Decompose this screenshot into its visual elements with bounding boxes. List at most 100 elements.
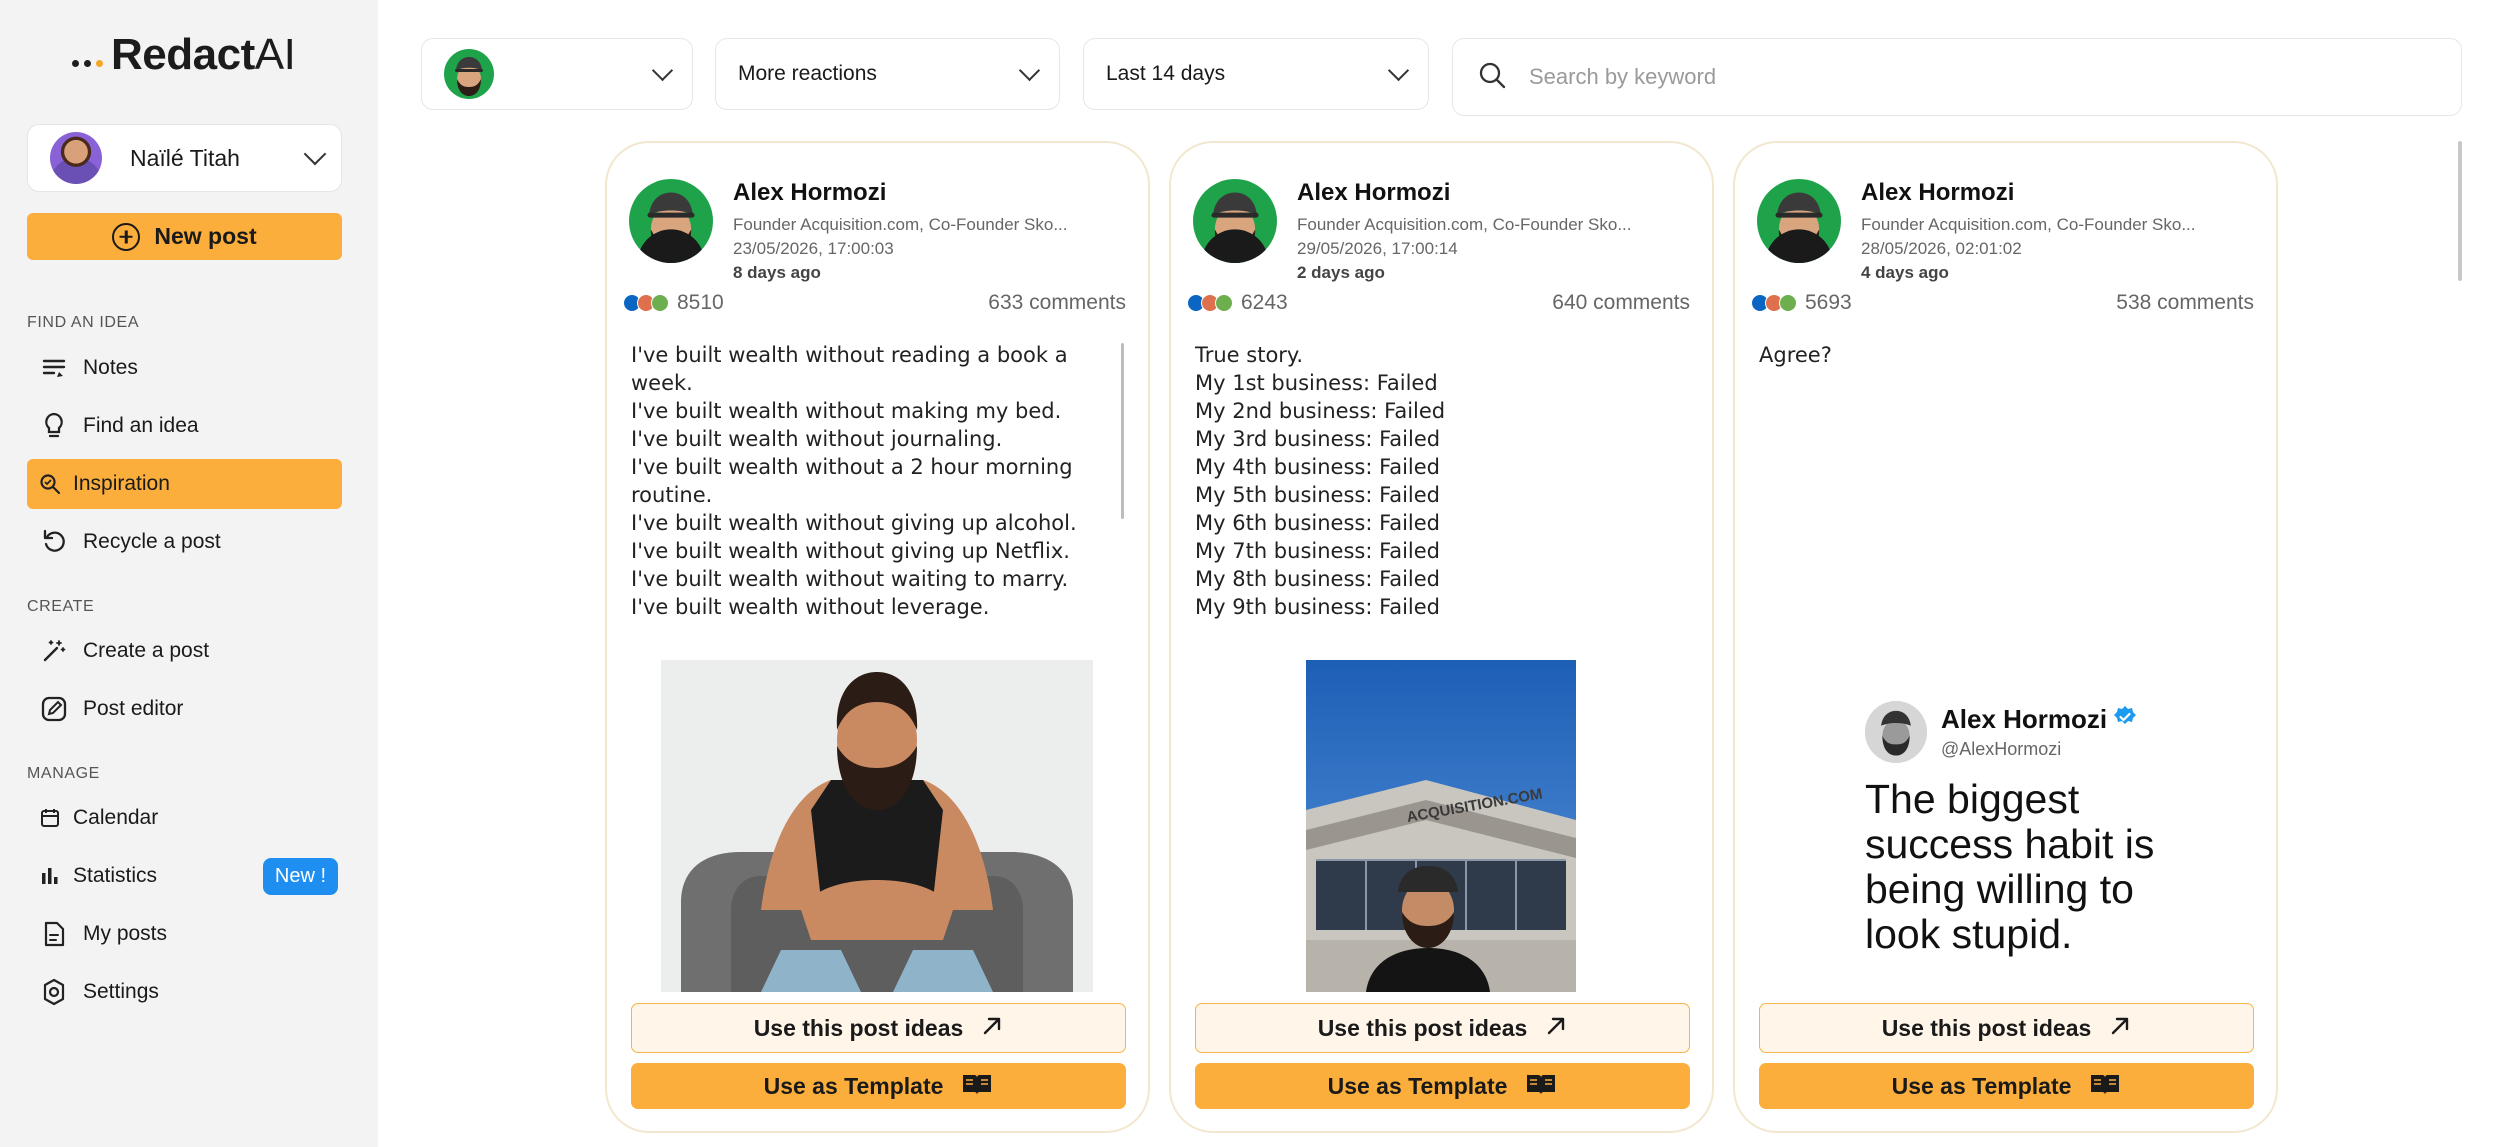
sidebar-item-label: Recycle a post [83, 530, 221, 553]
author-avatar[interactable] [629, 179, 713, 263]
section-title-find: FIND AN IDEA [27, 314, 140, 331]
post-age: 8 days ago [733, 263, 821, 282]
bar-chart-icon [39, 861, 61, 891]
profile-filter-select[interactable] [421, 38, 693, 110]
gear-icon [39, 977, 69, 1007]
logo-dots-icon [72, 35, 103, 75]
tweet-author-name: Alex Hormozi [1941, 704, 2108, 734]
post-stats: 6243 640 comments [1187, 291, 1690, 315]
author-name[interactable]: Alex Hormozi [1297, 179, 1632, 207]
text-scrollbar[interactable] [1121, 343, 1124, 519]
use-as-template-button[interactable]: Use as Template [1195, 1063, 1690, 1109]
reactions-filter-label: More reactions [738, 62, 877, 85]
sidebar-item-label: Calendar [73, 806, 159, 829]
book-icon [2089, 1072, 2121, 1101]
sidebar-item-settings[interactable]: Settings [27, 967, 342, 1017]
search-input[interactable]: Search by keyword [1452, 38, 2462, 116]
sidebar-item-notes[interactable]: Notes [27, 343, 342, 393]
tweet-handle: @AlexHormozi [1941, 739, 2062, 759]
post-text: I've built wealth without reading a book… [631, 343, 1099, 653]
use-post-ideas-button[interactable]: Use this post ideas [1759, 1003, 2254, 1053]
post-text: True story. My 1st business: Failed My 2… [1195, 343, 1628, 653]
search-icon [1477, 60, 1507, 95]
inspiration-icon [39, 469, 61, 499]
post-stats: 5693 538 comments [1751, 291, 2254, 315]
reactions-filter-select[interactable]: More reactions [715, 38, 1060, 110]
tweet-avatar [1865, 701, 1927, 763]
sidebar-item-label: Settings [83, 980, 159, 1003]
sidebar-item-label: My posts [83, 922, 168, 945]
sidebar-item-create-post[interactable]: Create a post [27, 626, 342, 676]
post-header: Alex Hormozi Founder Acquisition.com, Co… [1193, 177, 1632, 283]
post-card: Alex Hormozi Founder Acquisition.com, Co… [1169, 141, 1714, 1133]
book-icon [961, 1072, 993, 1101]
chevron-down-icon [303, 142, 327, 166]
sidebar-item-label: Create a post [83, 639, 210, 662]
use-as-template-button[interactable]: Use as Template [1759, 1063, 2254, 1109]
use-as-template-button[interactable]: Use as Template [631, 1063, 1126, 1109]
sidebar-item-statistics[interactable]: Statistics New ! [27, 851, 342, 901]
use-as-template-label: Use as Template [763, 1072, 944, 1099]
use-post-ideas-label: Use this post ideas [1881, 1014, 2092, 1041]
new-post-button[interactable]: New post [27, 213, 342, 260]
author-name[interactable]: Alex Hormozi [733, 179, 1068, 207]
use-post-ideas-button[interactable]: Use this post ideas [631, 1003, 1126, 1053]
sidebar-item-post-editor[interactable]: Post editor [27, 684, 342, 734]
post-header: Alex Hormozi Founder Acquisition.com, Co… [1757, 177, 2196, 283]
arrow-up-right-icon [1545, 1015, 1567, 1042]
sidebar-item-label: Inspiration [73, 472, 170, 495]
profile-avatar [444, 49, 494, 99]
reaction-count: 6243 [1241, 291, 1288, 314]
use-as-template-label: Use as Template [1327, 1072, 1508, 1099]
book-icon [1525, 1072, 1557, 1101]
post-age: 2 days ago [1297, 263, 1385, 282]
chevron-down-icon [651, 59, 674, 81]
reaction-count: 8510 [677, 291, 724, 314]
sidebar-item-label: Notes [83, 356, 138, 379]
sidebar-item-find-idea[interactable]: Find an idea [27, 401, 342, 451]
document-icon [39, 919, 69, 949]
author-avatar[interactable] [1757, 179, 1841, 263]
sidebar-item-label: Post editor [83, 697, 184, 720]
logo-text-ai: AI [254, 30, 296, 79]
period-filter-label: Last 14 days [1106, 62, 1226, 85]
tweet-header: Alex Hormozi @AlexHormozi [1865, 701, 2165, 763]
post-header: Alex Hormozi Founder Acquisition.com, Co… [629, 177, 1068, 283]
post-card: Alex Hormozi Founder Acquisition.com, Co… [1733, 141, 2278, 1133]
author-headline: Founder Acquisition.com, Co-Founder Sko.… [733, 215, 1068, 234]
recycle-icon [39, 527, 69, 557]
post-date: 29/05/2026, 17:00:14 [1297, 239, 1458, 258]
post-stats: 8510 633 comments [623, 291, 1126, 315]
author-avatar[interactable] [1193, 179, 1277, 263]
user-selector[interactable]: Naïlé Titah [27, 124, 342, 192]
author-headline: Founder Acquisition.com, Co-Founder Sko.… [1297, 215, 1632, 234]
arrow-up-right-icon [981, 1015, 1003, 1042]
period-filter-select[interactable]: Last 14 days [1083, 38, 1429, 110]
comment-count: 538 comments [2116, 291, 2254, 314]
use-post-ideas-label: Use this post ideas [753, 1014, 964, 1041]
main-scrollbar[interactable] [2458, 141, 2462, 281]
comment-count: 633 comments [988, 291, 1126, 314]
sidebar-item-calendar[interactable]: Calendar [27, 793, 342, 843]
sidebar-item-label: Find an idea [83, 414, 199, 437]
use-post-ideas-button[interactable]: Use this post ideas [1195, 1003, 1690, 1053]
user-name: Naïlé Titah [130, 144, 240, 171]
chevron-down-icon [1018, 59, 1041, 81]
section-title-manage: MANAGE [27, 765, 100, 782]
post-date: 23/05/2026, 17:00:03 [733, 239, 894, 258]
edit-icon [39, 694, 69, 724]
post-image-selfie: ACQUISITION.COM [1306, 660, 1576, 992]
post-age: 4 days ago [1861, 263, 1949, 282]
sidebar-item-recycle[interactable]: Recycle a post [27, 517, 342, 567]
reactions-icon [1187, 294, 1233, 312]
author-name[interactable]: Alex Hormozi [1861, 179, 2196, 207]
chevron-down-icon [1387, 59, 1410, 81]
post-image-athlete [661, 660, 1093, 992]
app-logo[interactable]: RedactAI [72, 30, 296, 80]
post-text: Agree? [1759, 343, 1832, 367]
sidebar-item-my-posts[interactable]: My posts [27, 909, 342, 959]
plus-circle-icon [112, 222, 141, 251]
tweet-image: Alex Hormozi @AlexHormozi The biggest su… [1865, 701, 2165, 961]
sidebar-item-inspiration[interactable]: Inspiration [27, 459, 342, 509]
search-placeholder: Search by keyword [1529, 64, 1717, 89]
